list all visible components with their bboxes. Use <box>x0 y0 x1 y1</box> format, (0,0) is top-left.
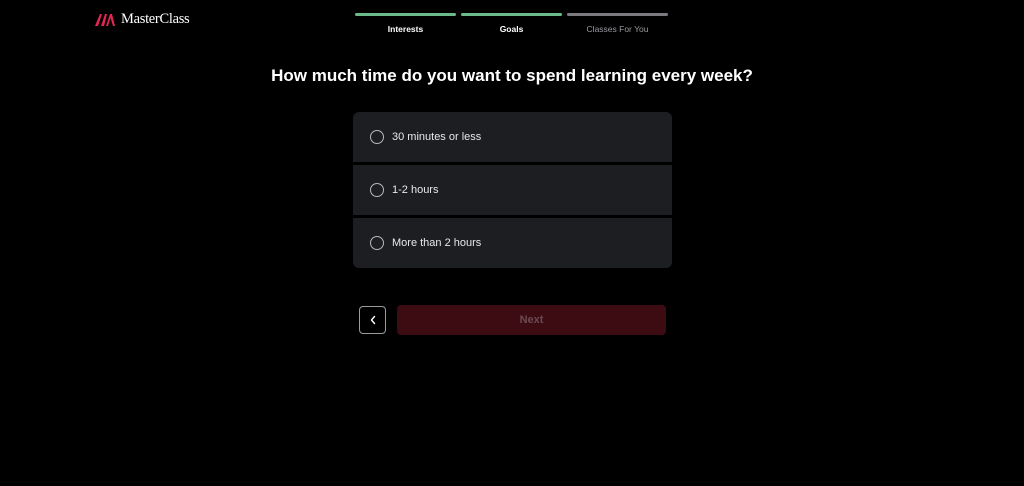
step-classes-for-you: Classes For You <box>567 13 668 34</box>
back-button[interactable] <box>359 306 386 334</box>
radio-button[interactable] <box>370 236 384 250</box>
step-label-classes-for-you: Classes For You <box>586 24 649 34</box>
options-list: 30 minutes or less 1-2 hours More than 2… <box>353 112 672 268</box>
brand-name: MasterClass <box>121 11 190 27</box>
chevron-left-icon <box>370 315 375 325</box>
radio-button[interactable] <box>370 183 384 197</box>
step-label-goals: Goals <box>499 24 524 34</box>
radio-button[interactable] <box>370 130 384 144</box>
step-bar-interests <box>355 13 456 16</box>
masterclass-logo[interactable]: MasterClass <box>94 11 190 28</box>
option-label: More than 2 hours <box>392 237 482 249</box>
option-30-minutes[interactable]: 30 minutes or less <box>353 112 672 162</box>
step-goals: Goals <box>461 13 562 34</box>
next-button[interactable]: Next <box>397 305 666 335</box>
option-label: 30 minutes or less <box>392 131 482 143</box>
progress-stepper: Interests Goals Classes For You <box>355 13 668 34</box>
step-bar-classes-for-you <box>567 13 668 16</box>
step-label-interests: Interests <box>387 24 424 34</box>
step-bar-goals <box>461 13 562 16</box>
question-title: How much time do you want to spend learn… <box>271 66 753 85</box>
option-1-2-hours[interactable]: 1-2 hours <box>353 165 672 215</box>
masterclass-logo-icon <box>95 13 115 26</box>
step-interests: Interests <box>355 13 456 34</box>
option-more-than-2-hours[interactable]: More than 2 hours <box>353 218 672 268</box>
option-label: 1-2 hours <box>392 184 439 196</box>
